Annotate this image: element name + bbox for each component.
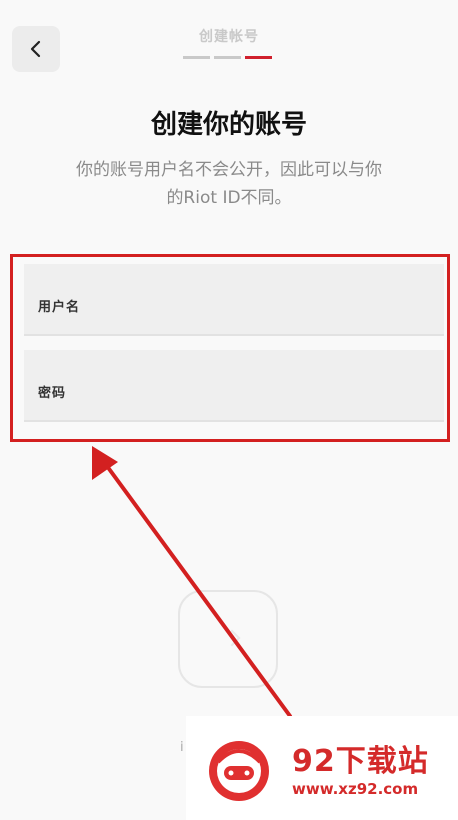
annotation-arrow [92, 446, 292, 718]
watermark-url: www.xz92.com [292, 780, 419, 798]
watermark-name: 92下载站 [292, 744, 429, 779]
watermark: 92下载站 www.xz92.com [186, 716, 458, 820]
watermark-logo-icon [209, 741, 269, 801]
